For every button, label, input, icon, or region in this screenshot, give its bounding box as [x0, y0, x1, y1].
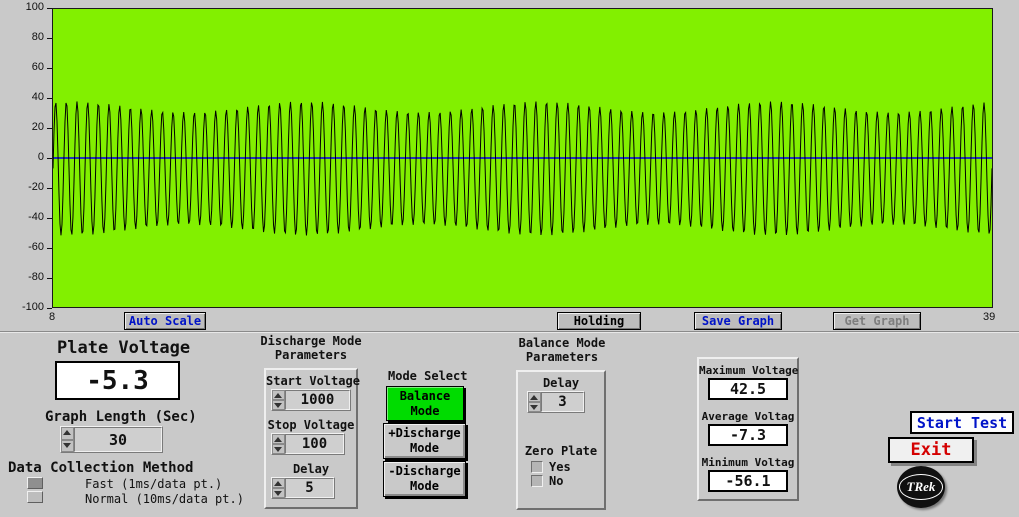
positive-discharge-label-line2: Mode	[384, 441, 465, 456]
balance-delay-label: Delay	[518, 376, 604, 390]
increment-arrow-icon[interactable]	[272, 390, 285, 400]
start-voltage-spinner[interactable]: 1000	[271, 389, 351, 411]
discharge-params-title-line1: Discharge Mode	[260, 334, 362, 348]
balance-mode-label-line2: Mode	[387, 404, 463, 419]
zero-plate-yes-checkbox[interactable]	[531, 461, 543, 473]
stop-voltage-label: Stop Voltage	[266, 418, 356, 432]
balance-params-title: Balance Mode Parameters	[514, 336, 610, 364]
minimum-voltage-readout: -56.1	[708, 470, 788, 492]
increment-arrow-icon[interactable]	[272, 434, 285, 444]
y-tick-label: 0	[0, 151, 44, 163]
balance-delay-spinner[interactable]: 3	[527, 391, 585, 413]
y-tick-label: -40	[0, 211, 44, 223]
graph-length-spinner[interactable]: 30	[60, 426, 163, 453]
waveform-svg	[53, 9, 992, 307]
zero-plate-yes-label: Yes	[549, 460, 571, 474]
positive-discharge-label-line1: +Discharge	[384, 426, 465, 441]
auto-scale-button[interactable]: Auto Scale	[124, 312, 206, 330]
mode-select-title: Mode Select	[388, 369, 464, 383]
discharge-params-title-line2: Parameters	[260, 348, 362, 362]
start-test-button[interactable]: Start Test	[910, 411, 1014, 434]
zero-plate-no-checkbox[interactable]	[531, 475, 543, 487]
negative-discharge-label-line2: Mode	[384, 479, 465, 494]
average-voltage-readout: -7.3	[708, 424, 788, 446]
get-graph-button[interactable]: Get Graph	[833, 312, 921, 330]
negative-discharge-label-line1: -Discharge	[384, 464, 465, 479]
graph-length-value[interactable]: 30	[74, 427, 162, 452]
balance-params-title-line2: Parameters	[514, 350, 610, 364]
zero-plate-no-label: No	[549, 474, 563, 488]
trek-logo: TRek	[897, 466, 945, 508]
save-graph-button[interactable]: Save Graph	[694, 312, 782, 330]
decrement-arrow-icon[interactable]	[272, 488, 285, 498]
voltage-readouts-group: Maximum Voltage 42.5 Average Voltag -7.3…	[697, 357, 799, 501]
plate-voltage-readout: -5.3	[55, 361, 180, 400]
balance-params-title-line1: Balance Mode	[514, 336, 610, 350]
zero-plate-label: Zero Plate	[518, 444, 604, 458]
graph-length-label: Graph Length (Sec)	[45, 409, 197, 425]
discharge-params-title: Discharge Mode Parameters	[260, 334, 362, 362]
plate-voltage-title: Plate Voltage	[57, 338, 190, 358]
average-voltage-label: Average Voltag	[699, 410, 797, 423]
spinner-arrows	[61, 427, 74, 452]
discharge-delay-value[interactable]: 5	[285, 478, 334, 498]
trek-logo-text: TRek	[899, 474, 944, 500]
y-tick-label: 100	[0, 1, 44, 13]
y-tick-label: -100	[0, 301, 44, 313]
maximum-voltage-readout: 42.5	[708, 378, 788, 400]
discharge-params-group: Start Voltage 1000 Stop Voltage 100 Dela…	[264, 368, 358, 509]
y-tick-mark	[47, 308, 52, 309]
y-tick-label: 80	[0, 31, 44, 43]
balance-mode-label-line1: Balance	[387, 389, 463, 404]
dcm-option-normal: Normal (10ms/data pt.)	[85, 492, 244, 506]
y-tick-label: 40	[0, 91, 44, 103]
x-axis-start-label: 8	[49, 311, 55, 323]
waveform-plot	[52, 8, 993, 308]
positive-discharge-mode-button[interactable]: +Discharge Mode	[383, 423, 466, 459]
waveform-trace	[53, 101, 992, 235]
decrement-arrow-icon[interactable]	[528, 402, 541, 412]
spinner-arrows	[272, 478, 285, 498]
app-window: 100 80 60 40 20 0 -20 -40 -60 -80 -100 8 39 Auto S…	[0, 0, 1019, 517]
negative-discharge-mode-button[interactable]: -Discharge Mode	[383, 461, 466, 497]
discharge-delay-spinner[interactable]: 5	[271, 477, 335, 499]
decrement-arrow-icon[interactable]	[61, 440, 74, 453]
stop-voltage-spinner[interactable]: 100	[271, 433, 345, 455]
y-tick-label: -80	[0, 271, 44, 283]
minimum-voltage-label: Minimum Voltag	[699, 456, 797, 469]
data-collection-switch-normal[interactable]	[27, 491, 43, 503]
spinner-arrows	[528, 392, 541, 412]
maximum-voltage-label: Maximum Voltage	[699, 364, 797, 377]
increment-arrow-icon[interactable]	[61, 427, 74, 440]
spinner-arrows	[272, 390, 285, 410]
decrement-arrow-icon[interactable]	[272, 400, 285, 410]
increment-arrow-icon[interactable]	[272, 478, 285, 488]
balance-mode-button[interactable]: Balance Mode	[386, 386, 464, 421]
x-axis-end-label: 39	[983, 311, 995, 323]
discharge-delay-label: Delay	[266, 462, 356, 476]
panel-divider	[0, 331, 1019, 333]
y-tick-label: -60	[0, 241, 44, 253]
start-voltage-value[interactable]: 1000	[285, 390, 350, 410]
increment-arrow-icon[interactable]	[528, 392, 541, 402]
start-voltage-label: Start Voltage	[266, 374, 356, 388]
balance-delay-value[interactable]: 3	[541, 392, 584, 412]
balance-params-group: Delay 3 Zero Plate Yes No	[516, 370, 606, 510]
dcm-option-fast: Fast (1ms/data pt.)	[85, 477, 222, 491]
y-tick-label: -20	[0, 181, 44, 193]
spinner-arrows	[272, 434, 285, 454]
data-collection-title: Data Collection Method	[8, 460, 193, 476]
decrement-arrow-icon[interactable]	[272, 444, 285, 454]
data-collection-switch-fast[interactable]	[27, 477, 43, 489]
y-tick-label: 20	[0, 121, 44, 133]
exit-button[interactable]: Exit	[888, 437, 974, 463]
stop-voltage-value[interactable]: 100	[285, 434, 344, 454]
holding-button[interactable]: Holding	[557, 312, 641, 330]
y-tick-label: 60	[0, 61, 44, 73]
